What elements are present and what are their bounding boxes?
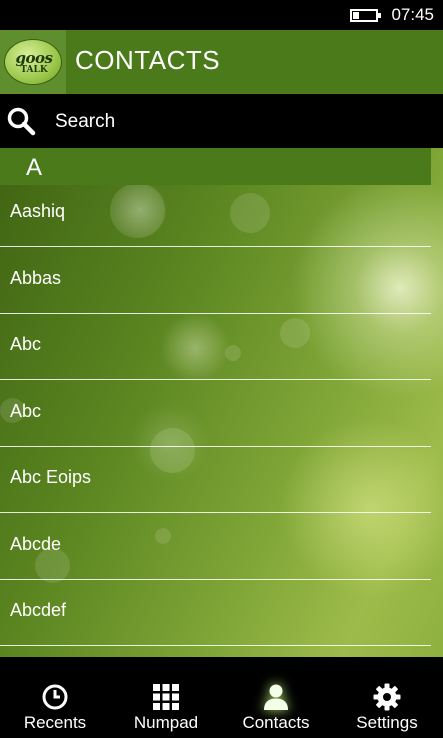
page-title: CONTACTS — [75, 45, 221, 75]
search-icon — [7, 107, 36, 136]
tab-recents[interactable]: Recents — [0, 657, 110, 738]
tab-label: Settings — [356, 713, 418, 732]
contact-name: Abc Eoips — [10, 467, 92, 487]
contact-row[interactable]: Abcdef — [0, 580, 431, 646]
section-header-a[interactable]: A — [0, 148, 431, 185]
app-logo: goos TALK — [4, 39, 62, 85]
numpad-icon — [153, 684, 179, 710]
app-bar: Recents Numpad Contacts Settings — [0, 657, 443, 738]
tab-numpad[interactable]: Numpad — [111, 657, 221, 738]
search-label: Search — [55, 111, 116, 132]
section-letter: A — [26, 154, 43, 181]
contact-name: Abcde — [10, 534, 62, 554]
contact-name: Abcdef — [10, 600, 67, 620]
clock-icon — [42, 684, 68, 710]
contact-row[interactable]: Aashiq — [0, 181, 431, 247]
contact-icon — [264, 684, 288, 710]
contact-row[interactable]: Abc Eoips — [0, 447, 431, 513]
contact-row[interactable]: Abc — [0, 314, 431, 380]
app-header: goos TALK CONTACTS — [0, 30, 443, 94]
contact-row[interactable]: Abc — [0, 381, 431, 447]
logo-container[interactable]: goos TALK — [0, 30, 66, 94]
tab-label: Contacts — [242, 713, 310, 732]
contact-list[interactable]: A Aashiq Abbas Abc Abc Abc Eoips Abcde A… — [0, 148, 443, 657]
contact-name: Abc — [10, 334, 42, 354]
tab-settings[interactable]: Settings — [332, 657, 442, 738]
logo-text-bottom: TALK — [20, 65, 48, 75]
tab-contacts[interactable]: Contacts — [221, 657, 331, 738]
tab-label: Recents — [23, 713, 87, 732]
status-bar: 07:45 — [0, 0, 443, 30]
contact-name: Abc — [10, 401, 42, 421]
contact-name: Abbas — [10, 268, 62, 288]
contact-row[interactable]: Abcde — [0, 514, 431, 580]
battery-icon — [350, 9, 381, 22]
battery-level — [353, 12, 359, 19]
search-bar[interactable]: Search — [0, 94, 443, 148]
tab-label: Numpad — [133, 713, 199, 732]
contact-row[interactable]: Abbas — [0, 248, 431, 314]
contact-name: Aashiq — [10, 201, 66, 221]
status-clock: 07:45 — [391, 5, 434, 24]
gear-icon — [373, 683, 401, 711]
